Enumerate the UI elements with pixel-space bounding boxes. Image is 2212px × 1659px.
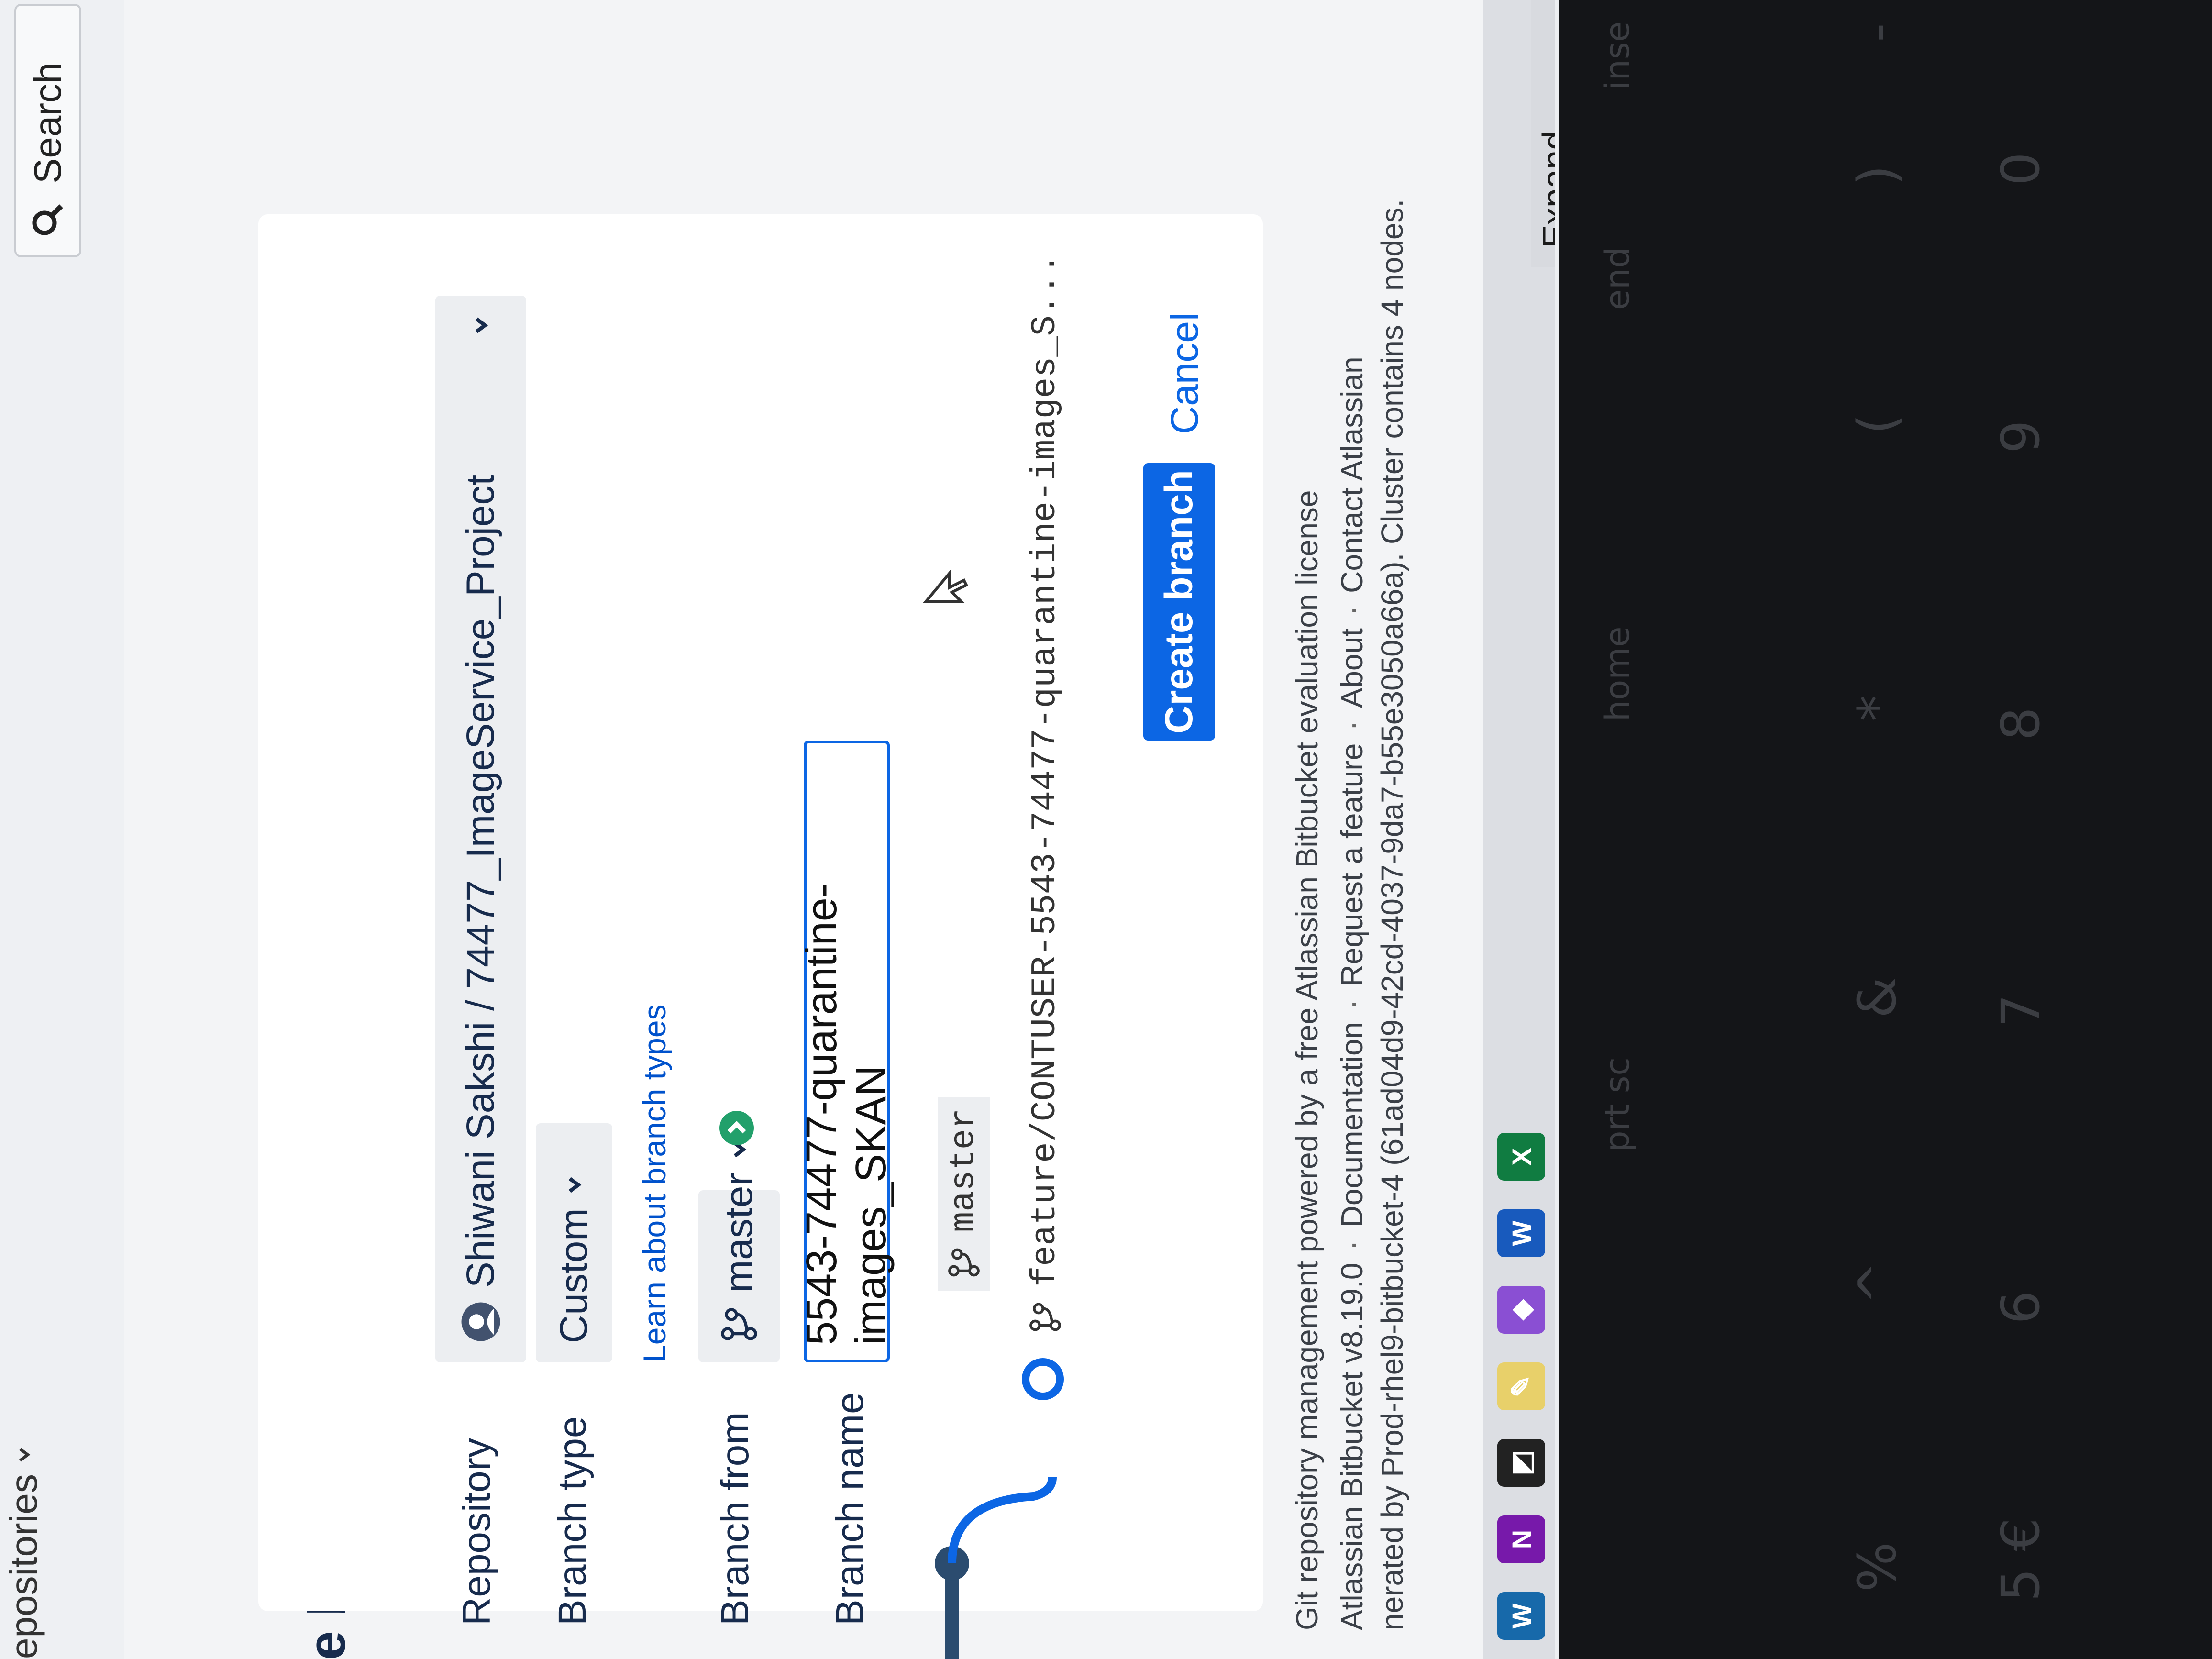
footer-license: Git repository management powered by a f… <box>1290 490 1324 1630</box>
photo-stage: epositories Search ate branch Repository… <box>0 0 2212 1659</box>
key-home: home <box>1598 626 1637 721</box>
repositories-nav[interactable]: epositories <box>0 1445 48 1659</box>
footer-link-documentation[interactable]: Documentation <box>1335 1022 1369 1228</box>
key-insert: inse <box>1598 21 1637 90</box>
branch-valid-check-icon <box>718 1109 756 1147</box>
sticky-notes-icon[interactable]: ◩ <box>1497 1439 1545 1487</box>
branch-icon <box>1029 1300 1062 1334</box>
preview-new-branch: feature/CONTUSER-5543-74477-quarantine-i… <box>1019 254 1072 1334</box>
key-ampersand: & <box>1847 977 1908 1018</box>
word-icon[interactable]: W <box>1497 1209 1545 1257</box>
footer-separator: · <box>1335 999 1369 1009</box>
onenote-icon[interactable]: N <box>1497 1515 1545 1563</box>
repository-value: Shiwani Sakshi / 74477_ImageService_Proj… <box>459 474 502 1288</box>
repositories-nav-label: epositories <box>2 1474 45 1659</box>
footer-version: Atlassian Bitbucket v8.19.0 <box>1335 1262 1369 1630</box>
footer-link-contact[interactable]: Contact Atlassian <box>1335 356 1369 593</box>
branch-from-select[interactable]: master <box>698 1142 780 1362</box>
branch-graph-icon <box>909 1334 1091 1659</box>
repository-label: Repository <box>455 1438 498 1626</box>
footer-separator: · <box>1335 720 1369 731</box>
branch-type-label: Branch type <box>551 1416 594 1626</box>
footer-separator: · <box>1335 605 1369 616</box>
key-percent: % <box>1847 1542 1908 1592</box>
repository-select[interactable]: Shiwani Sakshi / 74477_ImageService_Proj… <box>435 296 526 1362</box>
footer-links: Atlassian Bitbucket v8.19.0 · Documentat… <box>1335 199 1369 1630</box>
keyboard: prt sc home end inse % ^ & * ( ) - 5 € 6… <box>1559 0 2212 1659</box>
branch-name-value: 5543-74477-quarantine-images_SKAN <box>798 883 895 1345</box>
key-6: 6 <box>1990 1291 2051 1324</box>
preview-source-branch: master <box>938 1096 990 1291</box>
footer: Git repository management powered by a f… <box>1290 199 1409 1630</box>
visual-studio-icon[interactable]: ◆ <box>1497 1286 1545 1334</box>
key-left-paren: ( <box>1847 414 1908 434</box>
key-asterisk: * <box>1847 695 1908 721</box>
mouse-cursor-icon <box>923 568 971 607</box>
paint-icon[interactable]: ✎ <box>1497 1362 1545 1410</box>
branch-icon <box>947 1246 981 1279</box>
key-end: end <box>1598 247 1637 310</box>
branch-icon <box>720 1305 758 1343</box>
key-prt-sc: prt sc <box>1598 1057 1637 1152</box>
preview-new-branch-name: feature/CONTUSER-5543-74477-quarantine-i… <box>1026 253 1065 1287</box>
excel-icon[interactable]: X <box>1497 1133 1545 1181</box>
search-icon <box>31 203 65 236</box>
key-7: 7 <box>1990 994 2051 1028</box>
search-label: Search <box>26 62 69 184</box>
search-box[interactable]: Search <box>14 4 81 257</box>
key-5: 5 € <box>1990 1518 2051 1602</box>
cancel-button[interactable]: Cancel <box>1162 312 1207 434</box>
key-caret: ^ <box>1847 1261 1908 1305</box>
footer-separator: · <box>1335 1240 1369 1250</box>
create-branch-panel <box>258 214 1263 1611</box>
chevron-down-icon <box>14 1445 33 1464</box>
branch-name-label: Branch name <box>828 1392 872 1626</box>
widgets-icon[interactable]: W <box>1497 1592 1545 1640</box>
key-minus: - <box>1847 23 1908 42</box>
repository-avatar-icon <box>459 1300 502 1343</box>
preview-source-branch-name: master <box>944 1108 984 1232</box>
monitor-screen: epositories Search ate branch Repository… <box>0 0 1555 1659</box>
branch-type-value: Custom <box>552 1208 596 1343</box>
branch-type-select[interactable]: Custom <box>536 1123 612 1362</box>
footer-node-info: nerated by Prod-rhel9-bitbucket-4 (61ad0… <box>1375 199 1409 1630</box>
key-0: 0 <box>1990 152 2051 186</box>
key-9: 9 <box>1990 420 2051 453</box>
branch-from-label: Branch from <box>713 1412 757 1626</box>
chevron-down-icon <box>564 1174 585 1195</box>
branch-from-value: master <box>717 1172 761 1293</box>
chevron-down-icon <box>470 315 491 336</box>
learn-branch-types-link[interactable]: Learn about branch types <box>636 1004 673 1362</box>
top-bar: epositories Search <box>0 0 124 1659</box>
branch-name-input[interactable]: 5543-74477-quarantine-images_SKAN <box>798 741 895 1362</box>
key-8: 8 <box>1990 707 2051 741</box>
expand-window-tooltip[interactable]: Expand window to <box>1531 0 1555 267</box>
footer-link-request-feature[interactable]: Request a feature <box>1335 743 1369 987</box>
create-branch-button[interactable]: Create branch <box>1143 463 1215 741</box>
footer-link-about[interactable]: About <box>1335 628 1369 708</box>
key-right-paren: ) <box>1847 165 1908 186</box>
